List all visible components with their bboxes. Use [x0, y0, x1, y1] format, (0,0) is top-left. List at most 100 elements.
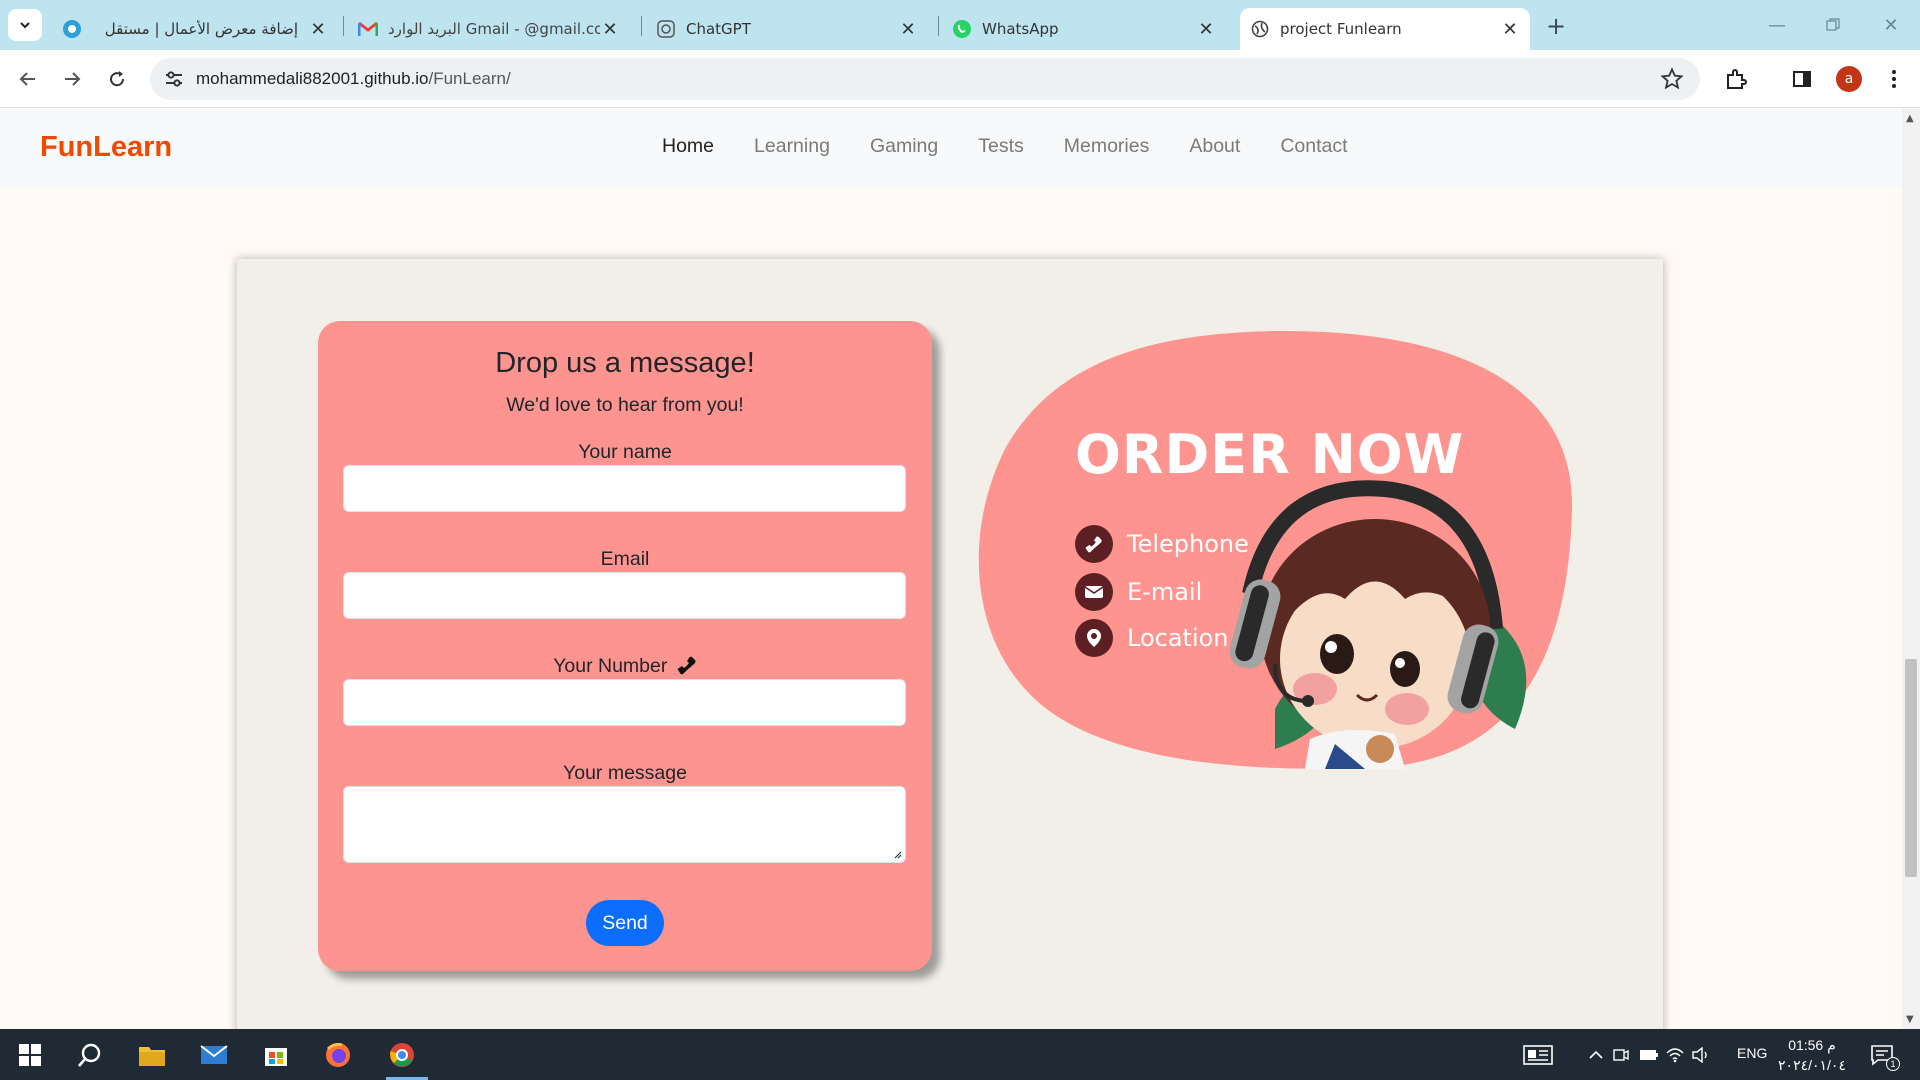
reload-button[interactable]	[103, 65, 131, 93]
scroll-down-arrow-icon[interactable]: ▼	[1906, 1014, 1914, 1025]
nav-tests[interactable]: Tests	[978, 135, 1024, 158]
restore-icon[interactable]	[1818, 12, 1848, 38]
globe-icon	[1250, 19, 1270, 39]
tab-funlearn[interactable]: project Funlearn ✕	[1240, 8, 1530, 50]
scroll-up-arrow-icon[interactable]: ▲	[1906, 113, 1914, 124]
browser-tab-bar: إضافة معرض الأعمال | مستقل ✕ البريد الوا…	[0, 0, 1920, 50]
url-text: mohammedali882001.github.io/FunLearn/	[196, 69, 511, 89]
site-settings-icon[interactable]	[164, 69, 184, 93]
mostaql-icon	[62, 19, 82, 39]
url-path: /FunLearn/	[428, 69, 511, 88]
notification-count-badge: 1	[1886, 1057, 1900, 1071]
meet-now-icon[interactable]	[1608, 1037, 1634, 1073]
tab-divider	[641, 16, 642, 36]
nav-memories[interactable]: Memories	[1064, 135, 1150, 158]
phone-icon	[1075, 525, 1113, 563]
tab-title: ChatGPT	[686, 20, 751, 38]
notification-center-icon[interactable]: 1	[1864, 1037, 1900, 1073]
back-button[interactable]	[14, 65, 42, 93]
wifi-icon[interactable]	[1662, 1037, 1688, 1073]
windows-start-icon[interactable]	[12, 1037, 48, 1073]
firefox-icon[interactable]	[320, 1037, 356, 1073]
close-icon[interactable]: ✕	[898, 19, 918, 40]
message-label: Your message	[563, 762, 687, 784]
search-icon[interactable]	[72, 1037, 108, 1073]
page-scrollbar[interactable]: ▲ ▼	[1902, 109, 1920, 1029]
file-explorer-icon[interactable]	[134, 1037, 170, 1073]
battery-icon[interactable]	[1636, 1037, 1662, 1073]
email-label: Email	[600, 548, 650, 570]
side-panel-icon[interactable]	[1788, 65, 1816, 93]
tab-title: البريد الوارد Gmail - @gmail.com	[388, 20, 600, 38]
tab-title: WhatsApp	[982, 20, 1059, 38]
order-item-label: Location	[1127, 624, 1229, 652]
forward-button[interactable]	[58, 65, 86, 93]
order-blob-illustration	[978, 330, 1573, 769]
nav-about[interactable]: About	[1189, 135, 1240, 158]
tab-divider	[343, 16, 344, 36]
form-title: Drop us a message!	[495, 347, 755, 379]
order-now-graphic: ORDER NOW Telephone E-mail Location	[975, 329, 1575, 769]
nav-contact[interactable]: Contact	[1280, 135, 1347, 158]
menu-kebab-icon[interactable]	[1880, 65, 1908, 93]
name-input[interactable]	[343, 465, 906, 512]
new-tab-button[interactable]: +	[1542, 12, 1570, 40]
site-brand-logo[interactable]: FunLearn	[40, 131, 172, 164]
mail-icon[interactable]	[196, 1037, 232, 1073]
order-item-location: Location	[1075, 619, 1229, 657]
chrome-icon[interactable]	[384, 1037, 420, 1073]
contact-form-card: Drop us a message! We'd love to hear fro…	[318, 321, 932, 971]
nav-home[interactable]: Home	[662, 135, 714, 158]
tab-title: project Funlearn	[1280, 20, 1402, 38]
nav-gaming[interactable]: Gaming	[870, 135, 938, 158]
tab-chatgpt[interactable]: ChatGPT ✕	[656, 8, 926, 50]
number-label-row: Your Number	[318, 655, 932, 678]
resize-handle-icon[interactable]	[892, 849, 902, 859]
page-viewport: FunLearn Home Learning Gaming Tests Memo…	[0, 109, 1902, 1029]
message-textarea[interactable]	[343, 786, 906, 863]
email-input[interactable]	[343, 572, 906, 619]
send-button[interactable]: Send	[586, 900, 664, 946]
tab-title: إضافة معرض الأعمال | مستقل	[104, 20, 298, 38]
arrow-right-icon	[65, 72, 81, 86]
window-close-icon[interactable]: ✕	[1876, 12, 1906, 38]
extensions-icon[interactable]	[1722, 65, 1750, 93]
whatsapp-icon	[952, 19, 972, 39]
order-item-email: E-mail	[1075, 573, 1202, 611]
tab-search-button[interactable]	[8, 9, 42, 41]
close-icon[interactable]: ✕	[1500, 19, 1520, 40]
system-clock[interactable]: 01:56 م ٢٠٢٤/٠١/٠٤	[1772, 1035, 1852, 1075]
scrollbar-thumb[interactable]	[1905, 659, 1917, 877]
gmail-icon	[358, 19, 378, 39]
windows-taskbar: ENG 01:56 م ٢٠٢٤/٠١/٠٤ 1	[0, 1029, 1920, 1080]
tab-divider	[938, 16, 939, 36]
number-input[interactable]	[343, 679, 906, 726]
close-icon[interactable]: ✕	[600, 19, 620, 40]
address-bar[interactable]: mohammedali882001.github.io/FunLearn/	[150, 58, 1700, 100]
news-widget-icon[interactable]	[1520, 1037, 1556, 1073]
close-icon[interactable]: ✕	[308, 19, 328, 40]
order-item-label: E-mail	[1127, 578, 1203, 606]
order-now-title: ORDER NOW	[1075, 423, 1465, 486]
name-label: Your name	[578, 441, 672, 463]
microsoft-store-icon[interactable]	[258, 1037, 294, 1073]
browser-toolbar: mohammedali882001.github.io/FunLearn/ a	[0, 50, 1920, 108]
chevron-down-icon	[20, 22, 30, 29]
profile-avatar[interactable]: a	[1836, 66, 1862, 92]
minimize-icon[interactable]: —	[1762, 12, 1792, 38]
tab-mostaql[interactable]: إضافة معرض الأعمال | مستقل ✕	[56, 8, 336, 50]
input-language[interactable]: ENG	[1737, 1045, 1767, 1061]
volume-icon[interactable]	[1688, 1037, 1714, 1073]
bookmark-star-icon[interactable]	[1660, 67, 1684, 95]
tab-whatsapp[interactable]: WhatsApp ✕	[952, 8, 1224, 50]
chatgpt-icon	[656, 19, 676, 39]
nav-learning[interactable]: Learning	[754, 135, 830, 158]
close-icon[interactable]: ✕	[1196, 19, 1216, 40]
arrow-left-icon	[19, 72, 35, 86]
tab-gmail[interactable]: البريد الوارد Gmail - @gmail.com ✕	[356, 8, 628, 50]
site-navbar: FunLearn Home Learning Gaming Tests Memo…	[0, 109, 1902, 187]
map-pin-icon	[1075, 619, 1113, 657]
site-nav-links: Home Learning Gaming Tests Memories Abou…	[662, 135, 1388, 158]
order-item-telephone: Telephone	[1075, 525, 1249, 563]
clock-time: 01:56 م	[1788, 1037, 1836, 1053]
